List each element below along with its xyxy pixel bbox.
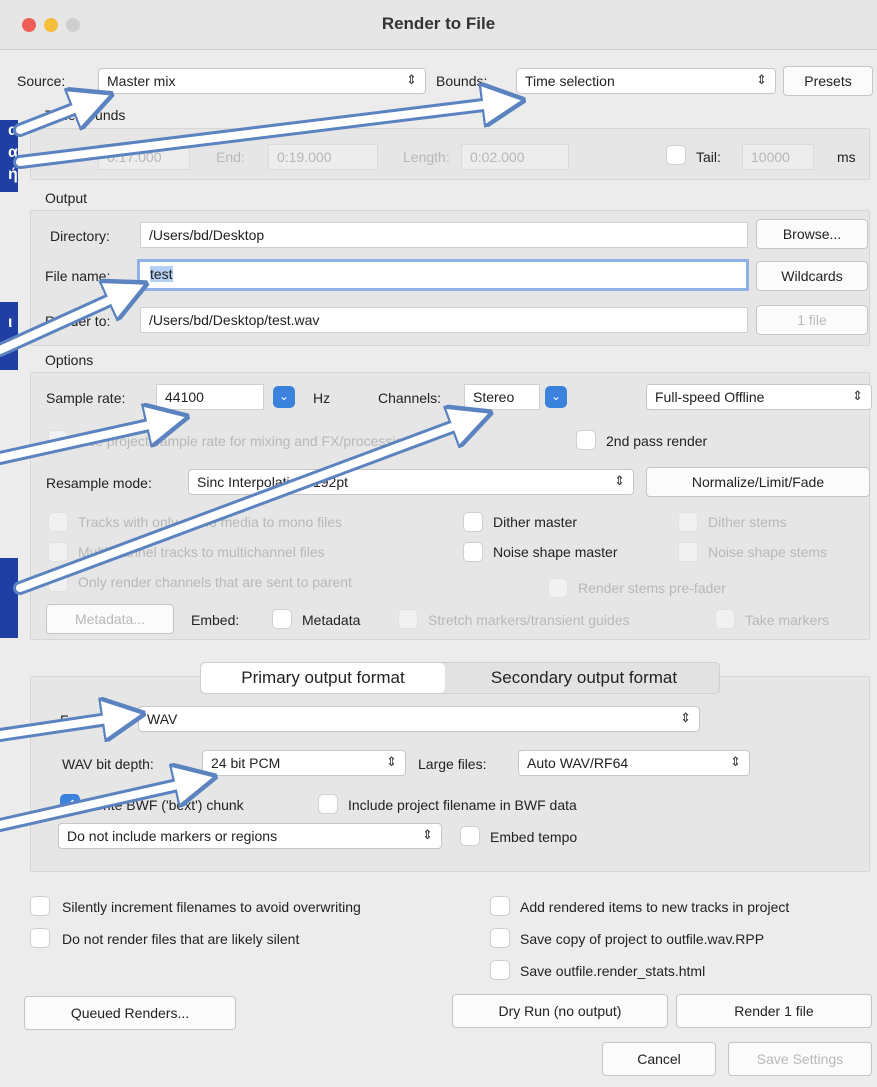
annotation-arrows [0,0,877,832]
